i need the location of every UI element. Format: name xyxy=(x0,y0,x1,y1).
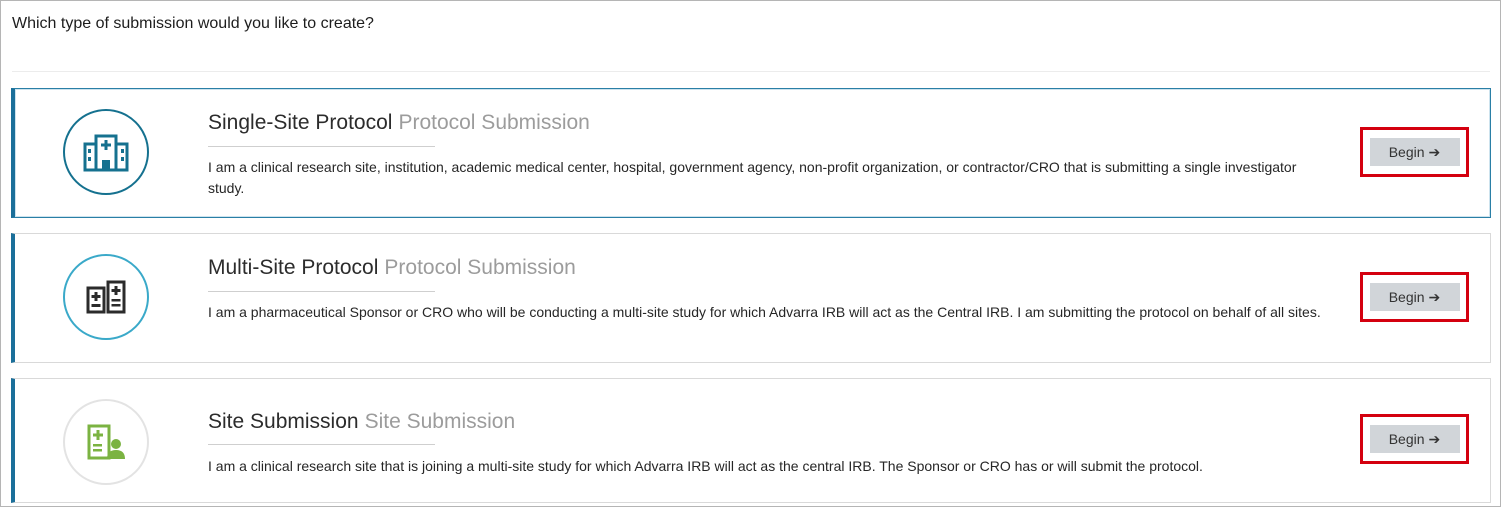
title-underline xyxy=(208,146,435,147)
card-title: Multi-Site Protocol Protocol Submission xyxy=(208,256,576,280)
card-multi-site-protocol[interactable]: Multi-Site Protocol Protocol Submission I… xyxy=(11,233,1491,363)
arrow-right-icon: ➔ xyxy=(1428,430,1441,447)
card-title-sub: Protocol Submission xyxy=(398,111,590,134)
hospital-icon xyxy=(63,109,149,195)
begin-button[interactable]: Begin ➔ xyxy=(1369,283,1460,311)
card-site-submission[interactable]: Site Submission Site Submission I am a cl… xyxy=(11,378,1491,503)
begin-label: Begin xyxy=(1388,431,1425,447)
title-underline xyxy=(208,444,435,445)
card-description: I am a clinical research site, instituti… xyxy=(208,159,1297,196)
arrow-right-icon: ➔ xyxy=(1428,143,1441,160)
multi-document-icon xyxy=(63,254,149,340)
page-question: Which type of submission would you like … xyxy=(12,15,374,32)
begin-button[interactable]: Begin ➔ xyxy=(1369,138,1460,166)
submission-type-panel: Which type of submission would you like … xyxy=(0,0,1501,507)
card-title-main: Multi-Site Protocol xyxy=(208,256,379,279)
begin-label: Begin xyxy=(1388,289,1425,305)
card-title-main: Site Submission xyxy=(208,410,359,433)
card-single-site-protocol[interactable]: Single-Site Protocol Protocol Submission … xyxy=(11,88,1491,218)
card-title-sub: Protocol Submission xyxy=(384,256,576,279)
begin-label: Begin xyxy=(1388,144,1425,160)
card-title: Site Submission Site Submission xyxy=(208,410,515,434)
card-title-main: Single-Site Protocol xyxy=(208,111,393,134)
begin-highlight: Begin ➔ xyxy=(1360,272,1469,322)
card-title: Single-Site Protocol Protocol Submission xyxy=(208,111,590,135)
arrow-right-icon: ➔ xyxy=(1428,288,1441,305)
begin-highlight: Begin ➔ xyxy=(1360,127,1469,177)
card-description: I am a clinical research site that is jo… xyxy=(208,458,1203,474)
site-user-document-icon xyxy=(63,399,149,485)
title-underline xyxy=(208,291,435,292)
card-title-sub: Site Submission xyxy=(364,410,516,433)
divider xyxy=(12,71,1490,72)
begin-button[interactable]: Begin ➔ xyxy=(1369,425,1460,453)
card-description: I am a pharmaceutical Sponsor or CRO who… xyxy=(208,304,1321,320)
begin-highlight: Begin ➔ xyxy=(1360,414,1469,464)
